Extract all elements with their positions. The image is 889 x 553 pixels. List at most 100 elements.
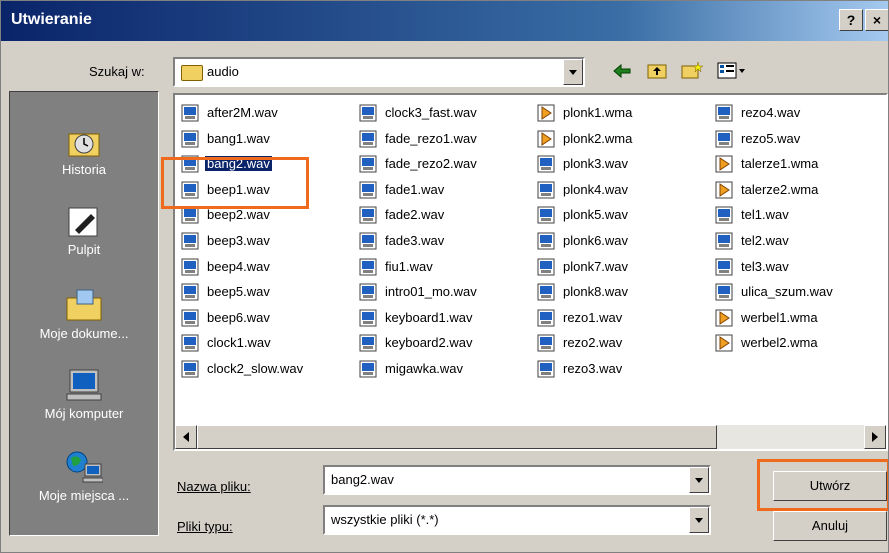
file-name: fade_rezo2.wav (385, 156, 477, 172)
close-button[interactable]: × (865, 9, 888, 31)
wav-file-icon (537, 206, 555, 224)
lookin-dropdown-button[interactable] (563, 59, 583, 85)
scroll-thumb[interactable] (197, 425, 717, 449)
wav-file-icon (359, 232, 377, 250)
desktop-icon (65, 204, 103, 238)
wav-file-icon (715, 130, 733, 148)
wav-file-icon (537, 283, 555, 301)
wav-file-icon (181, 360, 199, 378)
file-name: plonk1.wma (563, 105, 633, 120)
back-icon[interactable] (613, 63, 631, 79)
wav-file-icon (537, 258, 555, 276)
wav-file-icon (715, 232, 733, 250)
file-name: fiu1.wav (385, 258, 433, 274)
file-name: tel1.wav (741, 207, 789, 223)
cancel-button[interactable]: Anuluj (773, 511, 887, 541)
place-desktop[interactable]: Pulpit (10, 204, 158, 257)
file-name: rezo4.wav (741, 105, 801, 120)
file-name: beep5.wav (207, 284, 270, 300)
file-name: fade_rezo1.wav (385, 130, 477, 146)
place-network[interactable]: Moje miejsca ... (10, 450, 158, 503)
place-label: Pulpit (67, 242, 101, 257)
wav-file-icon (181, 130, 199, 148)
selected-file-highlight (161, 157, 309, 209)
wav-file-icon (181, 206, 199, 224)
filetype-label: Pliki typu: (177, 519, 233, 534)
wav-file-icon (715, 258, 733, 276)
wav-file-icon (715, 283, 733, 301)
wav-file-icon (181, 104, 199, 122)
wav-file-icon (181, 334, 199, 352)
open-button-highlight (757, 459, 888, 511)
file-name: beep6.wav (207, 309, 270, 325)
place-label: Moje dokume... (39, 326, 129, 341)
lookin-combo[interactable]: audio (173, 57, 585, 87)
file-name: clock1.wav (207, 335, 271, 351)
wav-file-icon (359, 309, 377, 327)
file-name: rezo3.wav (563, 361, 623, 376)
new-folder-icon[interactable] (681, 61, 704, 79)
file-name: keyboard1.wav (385, 309, 473, 325)
file-name: rezo1.wav (563, 309, 623, 325)
open-dialog: Utwieranie ? × Szukaj w: audio Historia … (0, 0, 889, 553)
view-menu-icon[interactable] (717, 61, 747, 79)
wma-file-icon (715, 334, 733, 352)
wav-file-icon (359, 181, 377, 199)
file-name: rezo5.wav (741, 130, 801, 146)
wav-file-icon (715, 206, 733, 224)
file-name: plonk4.wav (563, 181, 629, 197)
filename-dropdown-button[interactable] (689, 467, 709, 493)
help-button[interactable]: ? (839, 9, 863, 31)
wav-file-icon (359, 104, 377, 122)
wav-file-icon (359, 360, 377, 378)
file-name: keyboard2.wav (385, 335, 473, 351)
place-label: Moje miejsca ... (38, 488, 130, 503)
file-name: plonk3.wav (563, 156, 629, 172)
horizontal-scrollbar[interactable] (175, 425, 886, 449)
wav-file-icon (359, 130, 377, 148)
file-name: talerze1.wma (741, 156, 819, 172)
file-name: beep4.wav (207, 258, 270, 274)
file-name: plonk8.wav (563, 284, 629, 300)
wav-file-icon (181, 283, 199, 301)
file-name: clock3_fast.wav (385, 105, 477, 120)
lookin-value: audio (207, 64, 239, 79)
wma-file-icon (715, 181, 733, 199)
wma-file-icon (715, 309, 733, 327)
wav-file-icon (537, 309, 555, 327)
file-name: intro01_mo.wav (385, 284, 477, 300)
place-computer[interactable]: Mój komputer (10, 368, 158, 421)
file-name: plonk5.wav (563, 207, 629, 223)
scroll-left-button[interactable] (175, 425, 197, 449)
wav-file-icon (537, 334, 555, 352)
wma-file-icon (537, 130, 555, 148)
file-name: fade1.wav (385, 181, 445, 197)
wav-file-icon (359, 283, 377, 301)
file-name: after2M.wav (207, 105, 278, 120)
filename-input[interactable]: bang2.wav (323, 465, 711, 495)
up-folder-icon[interactable] (647, 61, 667, 79)
places-bar: Historia Pulpit Moje dokume... Mój kompu… (9, 91, 159, 536)
file-name: bang1.wav (207, 130, 270, 146)
filetype-select[interactable]: wszystkie pliki (*.*) (323, 505, 711, 535)
title-bar[interactable]: Utwieranie ? × (1, 1, 888, 41)
wav-file-icon (359, 334, 377, 352)
file-name: rezo2.wav (563, 335, 623, 351)
wav-file-icon (715, 104, 733, 122)
file-name: clock2_slow.wav (207, 361, 304, 376)
network-icon (65, 450, 104, 484)
file-name: werbel2.wma (741, 335, 818, 351)
computer-icon (65, 368, 103, 402)
wav-file-icon (359, 206, 377, 224)
place-documents[interactable]: Moje dokume... (10, 288, 158, 341)
window-title: Utwieranie (11, 11, 92, 28)
filetype-dropdown-button[interactable] (689, 507, 709, 533)
filename-label: Nazwa pliku: (177, 479, 251, 494)
file-list[interactable]: after2M.wav bang1.wav bang2.wav beep1.wav be… (173, 93, 888, 451)
place-history[interactable]: Historia (10, 124, 158, 177)
wav-file-icon (537, 360, 555, 378)
file-name: plonk2.wma (563, 130, 633, 146)
file-name: beep2.wav (207, 207, 270, 223)
file-name: fade3.wav (385, 233, 445, 248)
scroll-right-button[interactable] (864, 425, 886, 449)
